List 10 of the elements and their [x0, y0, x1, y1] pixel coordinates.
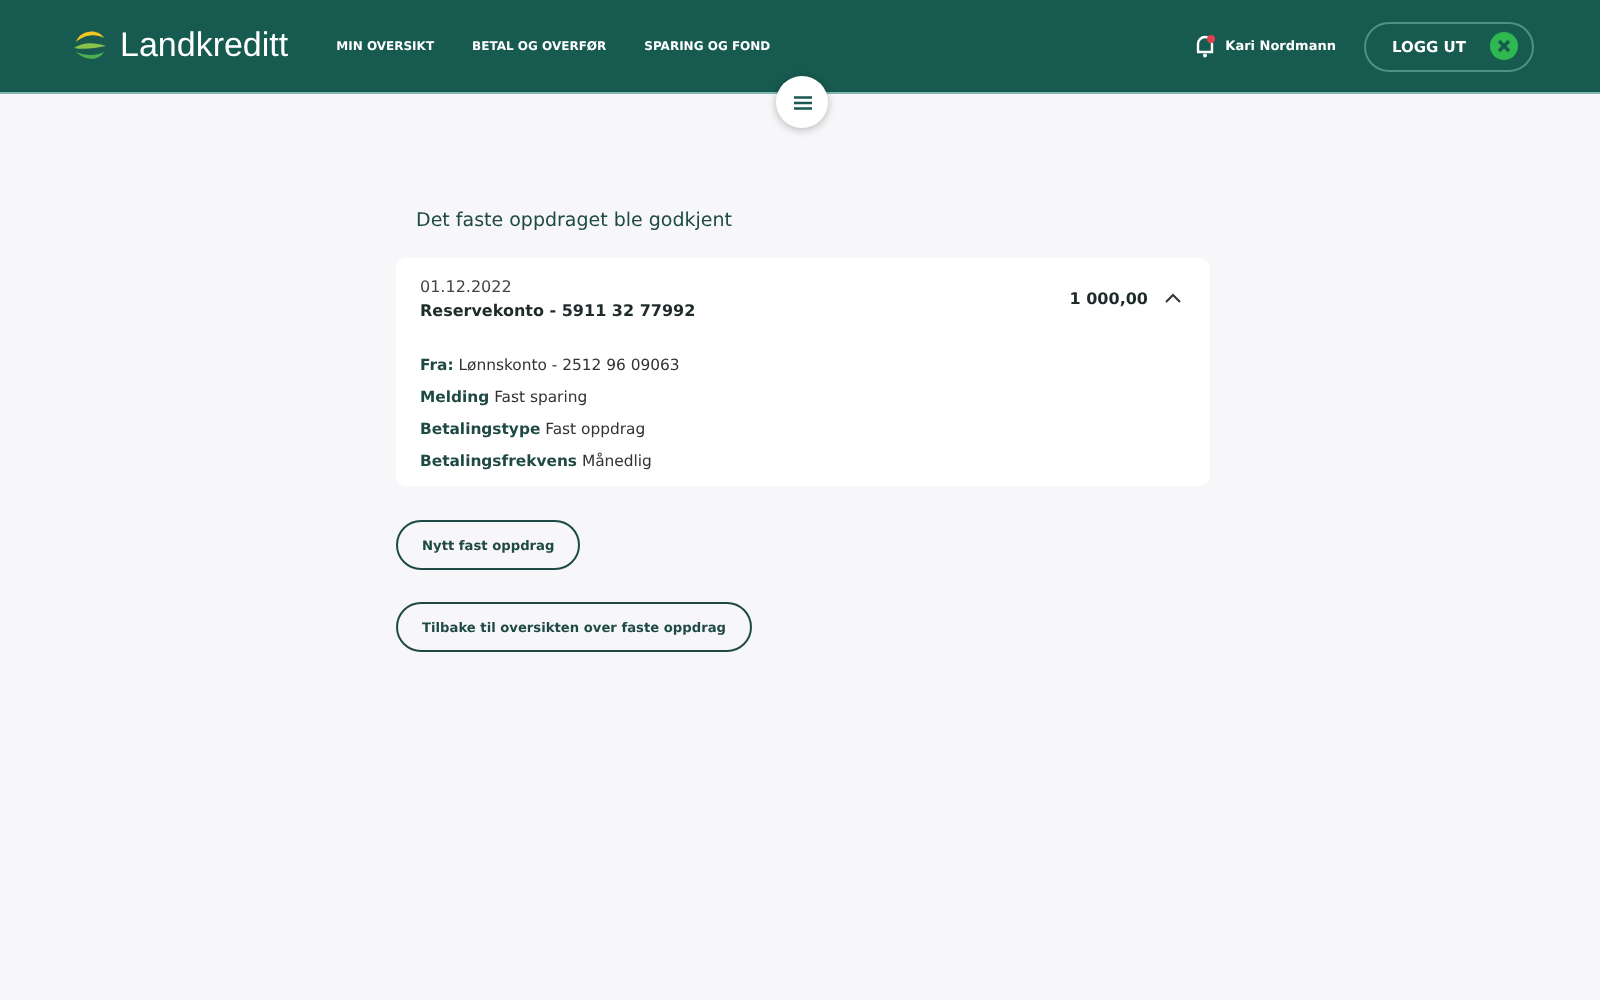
logo-text[interactable]: Landkreditt	[120, 26, 289, 66]
page-heading: Det faste oppdraget ble godkjent	[416, 210, 732, 232]
menu-button[interactable]	[776, 76, 828, 128]
bell-icon[interactable]	[1193, 34, 1216, 58]
close-icon	[1490, 32, 1518, 60]
account-name: Reservekonto - 5911 32 77992	[420, 302, 696, 320]
chevron-icon[interactable]	[1164, 292, 1182, 306]
payment-amount: 1 000,00	[1069, 290, 1148, 308]
payment-date: 01.12.2022	[420, 278, 514, 296]
menu-icon	[793, 95, 811, 109]
